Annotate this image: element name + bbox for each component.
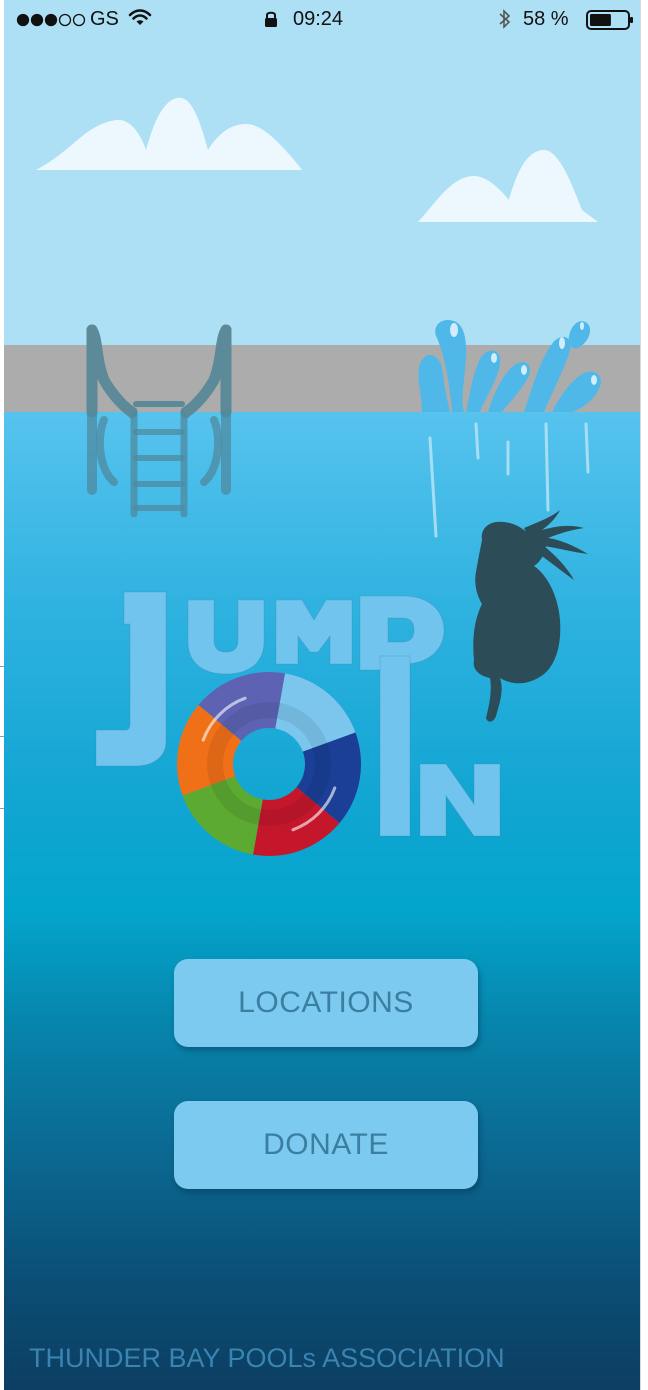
frame-left-marker xyxy=(0,808,4,809)
signal-dots-icon xyxy=(16,13,86,27)
status-bar: GS 09:24 58 % xyxy=(4,0,640,40)
signal-dot-filled xyxy=(30,13,44,27)
frame-left-marker xyxy=(0,666,4,667)
signal-dot-filled xyxy=(16,13,30,27)
footer-organization: THUNDER BAY POOLs ASSOCIATION xyxy=(29,1343,505,1373)
app-screen: GS 09:24 58 % LOCATIONS DONATE THUNDER B… xyxy=(4,0,640,1390)
carrier-name: GS xyxy=(90,8,119,30)
cloud-right xyxy=(418,150,598,222)
swimmer-silhouette xyxy=(473,510,588,722)
battery-percentage: 58 % xyxy=(523,8,569,30)
donate-button[interactable]: DONATE xyxy=(174,1101,478,1189)
status-time: 09:24 xyxy=(293,8,344,30)
signal-dot-filled xyxy=(44,13,58,27)
water-splash xyxy=(418,319,601,538)
jump-in-logo xyxy=(95,591,501,856)
locations-button[interactable]: LOCATIONS xyxy=(174,959,478,1047)
app-frame: GS 09:24 58 % LOCATIONS DONATE THUNDER B… xyxy=(0,0,648,1390)
pool-ladder xyxy=(86,324,232,419)
cloud-left xyxy=(36,97,302,170)
wifi-icon xyxy=(128,9,152,25)
frame-left-marker xyxy=(0,736,4,737)
donate-button-label: DONATE xyxy=(263,1128,389,1161)
lock-icon xyxy=(265,11,277,27)
locations-button-label: LOCATIONS xyxy=(238,986,414,1019)
frame-right-border xyxy=(640,0,641,1390)
signal-dot-empty xyxy=(72,13,86,27)
signal-dot-empty xyxy=(58,13,72,27)
bluetooth-icon xyxy=(499,9,511,29)
battery-icon xyxy=(586,10,633,30)
swim-ring-icon xyxy=(177,671,361,856)
pool-ladder-underwater xyxy=(87,409,231,518)
